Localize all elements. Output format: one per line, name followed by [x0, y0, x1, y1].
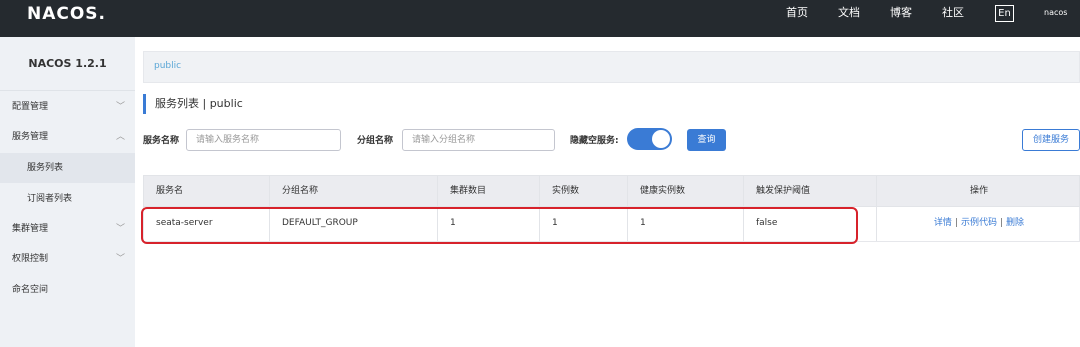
hide-empty-label: 隐藏空服务:: [570, 136, 619, 146]
detail-link[interactable]: 详情: [934, 218, 952, 228]
nav-blog[interactable]: 博客: [890, 0, 912, 26]
create-service-button[interactable]: 创建服务: [1022, 129, 1080, 151]
sidebar-item-label: 服务列表: [27, 163, 64, 173]
cell-actions: 详情 | 示例代码 | 删除: [876, 207, 1080, 241]
sidebar-item-config[interactable]: 配置管理 ﹀: [0, 92, 135, 122]
nav-docs[interactable]: 文档: [838, 0, 860, 26]
sidebar-item-label: 配置管理: [12, 102, 49, 112]
sidebar-item-subscribers[interactable]: 订阅者列表: [0, 184, 135, 214]
sidebar-item-service-mgmt[interactable]: 服务管理 ︿: [0, 122, 135, 152]
col-header-actions: 操作: [876, 176, 1080, 206]
namespace-link-public[interactable]: public: [154, 61, 181, 71]
sidebar-item-label: 集群管理: [12, 224, 49, 234]
chevron-up-icon: ︿: [115, 132, 125, 142]
hide-empty-toggle[interactable]: [627, 128, 672, 150]
chevron-down-icon: ﹀: [115, 102, 125, 112]
page-title: 服务列表 | public: [143, 94, 243, 114]
sidebar-item-service-list[interactable]: 服务列表: [0, 153, 135, 183]
sidebar-item-permissions[interactable]: 权限控制 ﹀: [0, 244, 135, 274]
group-name-label: 分组名称: [357, 136, 394, 146]
group-name-input[interactable]: 请输入分组名称: [402, 129, 555, 151]
nacos-logo[interactable]: NACOS.: [27, 4, 106, 24]
query-button[interactable]: 查询: [687, 129, 726, 151]
col-header-healthy: 健康实例数: [627, 176, 743, 206]
col-header-clusters: 集群数目: [437, 176, 539, 206]
delete-link[interactable]: 删除: [1006, 218, 1024, 228]
sidebar-item-label: 权限控制: [12, 254, 49, 264]
chevron-down-icon: ﹀: [115, 254, 125, 264]
service-name-label: 服务名称: [143, 136, 180, 146]
separator: |: [1000, 218, 1004, 228]
sidebar-item-cluster[interactable]: 集群管理 ﹀: [0, 214, 135, 244]
chevron-down-icon: ﹀: [115, 224, 125, 234]
sidebar-item-label: 订阅者列表: [27, 194, 73, 204]
sidebar-item-label: 命名空间: [12, 285, 49, 295]
col-header-service: 服务名: [156, 186, 184, 196]
toggle-knob: [652, 130, 670, 148]
col-header-threshold: 触发保护阈值: [743, 176, 876, 206]
sidebar-item-label: 服务管理: [12, 132, 49, 142]
namespace-bar: public: [143, 51, 1080, 83]
top-navbar: NACOS. 首页 文档 博客 社区 En nacos: [0, 0, 1080, 37]
row-highlight-box: [141, 207, 858, 244]
language-toggle-button[interactable]: En: [995, 5, 1014, 22]
version-label: NACOS 1.2.1: [0, 37, 135, 91]
col-header-instances: 实例数: [539, 176, 627, 206]
sidebar: NACOS 1.2.1 配置管理 ﹀ 服务管理 ︿ 服务列表 订阅者列表 集群管…: [0, 37, 135, 347]
service-name-input[interactable]: 请输入服务名称: [186, 129, 341, 151]
table-header: 服务名 分组名称 集群数目 实例数 健康实例数 触发保护阈值 操作: [143, 175, 1080, 207]
nav-community[interactable]: 社区: [942, 0, 964, 26]
nav-home[interactable]: 首页: [786, 0, 808, 26]
sample-code-link[interactable]: 示例代码: [961, 218, 997, 228]
sidebar-item-namespace[interactable]: 命名空间: [0, 275, 135, 305]
username[interactable]: nacos: [1044, 0, 1067, 26]
col-header-group: 分组名称: [269, 176, 437, 206]
separator: |: [954, 218, 958, 228]
